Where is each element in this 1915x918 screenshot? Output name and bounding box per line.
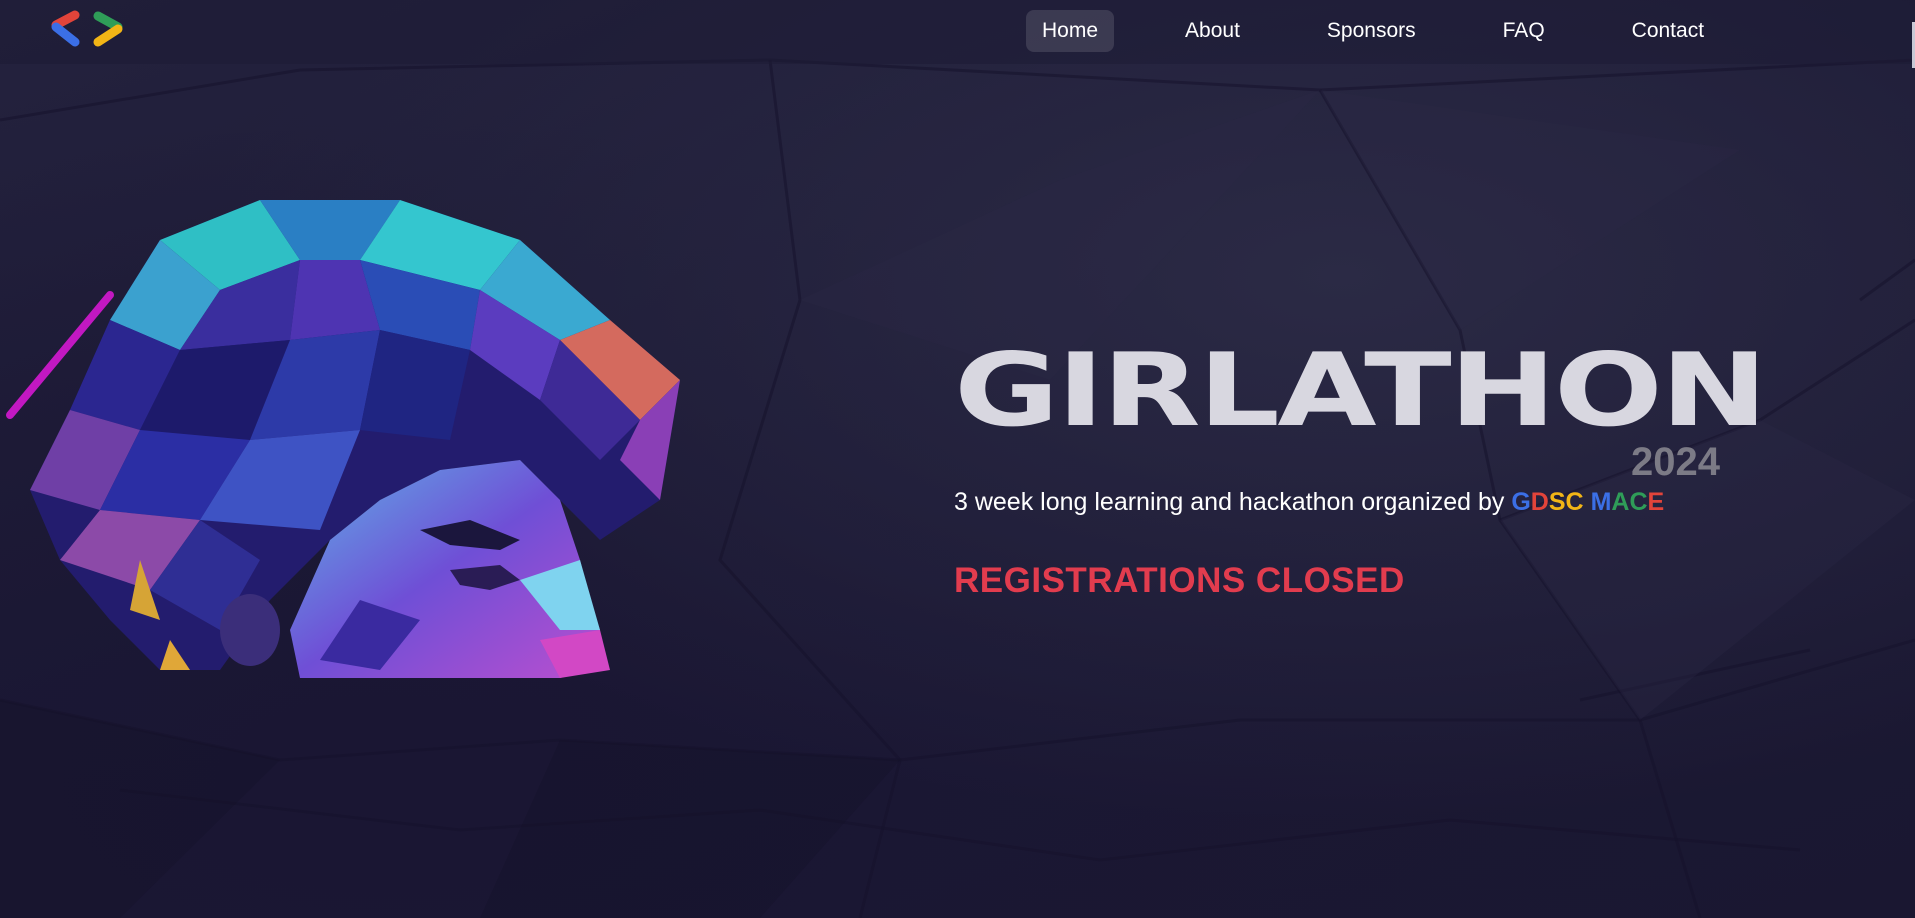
registration-status: REGISTRATIONS CLOSED	[954, 561, 1405, 600]
navbar: Home About Sponsors FAQ Contact	[0, 0, 1915, 64]
polygonal-woman-portrait-icon	[6, 200, 680, 678]
brand-letter: M	[1590, 488, 1612, 516]
event-title: GIRLATHON	[954, 331, 1768, 449]
brand-letter: E	[1647, 488, 1665, 516]
brand-letter: S	[1548, 488, 1566, 516]
event-tagline: 3 week long learning and hackathon organ…	[954, 488, 1724, 517]
gdsc-logo-icon[interactable]	[48, 10, 128, 50]
nav-contact[interactable]: Contact	[1616, 10, 1720, 52]
nav-about[interactable]: About	[1169, 10, 1256, 52]
nav-faq[interactable]: FAQ	[1487, 10, 1561, 52]
brand-letter: C	[1565, 488, 1584, 516]
main-nav: Home About Sponsors FAQ Contact	[1026, 10, 1720, 52]
brand-letter: D	[1530, 488, 1549, 516]
brand-letter: A	[1611, 488, 1630, 516]
nav-home[interactable]: Home	[1026, 10, 1115, 52]
hero-text-block: GIRLATHON 2024 3 week long learning and …	[954, 340, 1768, 601]
tagline-text: 3 week long learning and hackathon organ…	[954, 488, 1505, 516]
brand-letter: G	[1511, 488, 1531, 516]
page: Home About Sponsors FAQ Contact GIRLATHO…	[0, 0, 1915, 918]
brand-letter: C	[1629, 488, 1648, 516]
nav-sponsors[interactable]: Sponsors	[1311, 10, 1432, 52]
organizer-brand: GDSC MACE	[1511, 488, 1664, 516]
